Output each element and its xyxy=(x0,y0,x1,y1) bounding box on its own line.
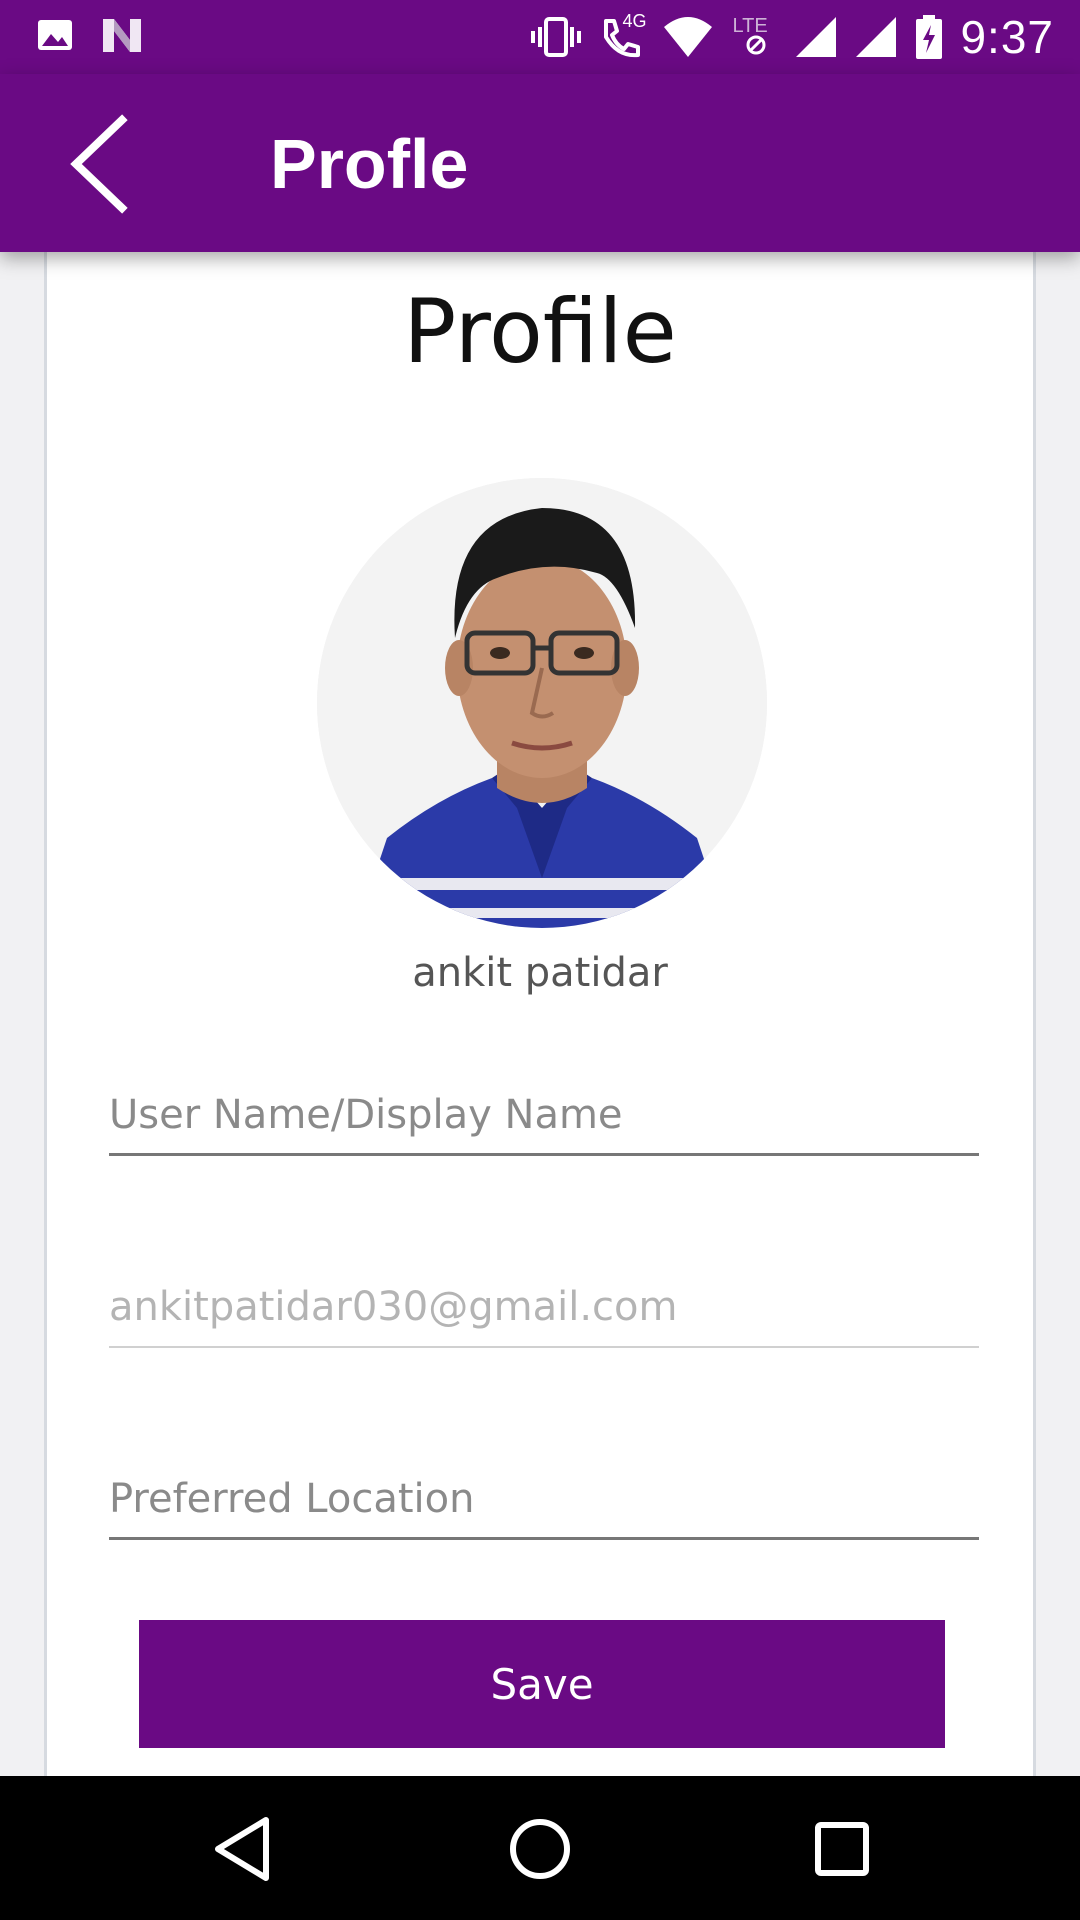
signal-icon xyxy=(794,15,838,59)
image-icon xyxy=(36,16,74,54)
email-field[interactable] xyxy=(109,1278,979,1348)
app-title: Profle xyxy=(270,125,469,203)
signal-icon xyxy=(854,15,898,59)
username-field[interactable] xyxy=(109,1086,979,1156)
status-bar: 4G LTE 9:37 xyxy=(0,0,1080,74)
profile-card: Profile ankit patidar User Name/Display … xyxy=(44,240,1036,1776)
nav-home-icon[interactable] xyxy=(508,1814,572,1889)
back-button[interactable] xyxy=(62,114,142,214)
save-button[interactable]: Save xyxy=(139,1620,945,1748)
vibrate-icon xyxy=(530,15,582,59)
nav-back-icon[interactable] xyxy=(212,1814,272,1889)
app-bar: Profle xyxy=(0,74,1080,252)
chevron-left-icon xyxy=(62,114,142,218)
navigation-bar xyxy=(0,1776,1080,1920)
wifi-icon xyxy=(662,15,714,59)
page-title: Profile xyxy=(403,280,677,383)
battery-charging-icon xyxy=(914,13,944,61)
network-label: 4G xyxy=(622,11,647,31)
nav-recents-icon[interactable] xyxy=(812,1814,872,1889)
avatar[interactable] xyxy=(317,478,767,928)
location-field[interactable] xyxy=(109,1470,979,1540)
status-time: 9:37 xyxy=(960,11,1054,63)
lte-icon: LTE xyxy=(730,15,778,59)
wifi-call-icon: 4G xyxy=(598,11,646,59)
n-icon xyxy=(100,16,144,54)
user-name: ankit patidar xyxy=(412,950,668,996)
